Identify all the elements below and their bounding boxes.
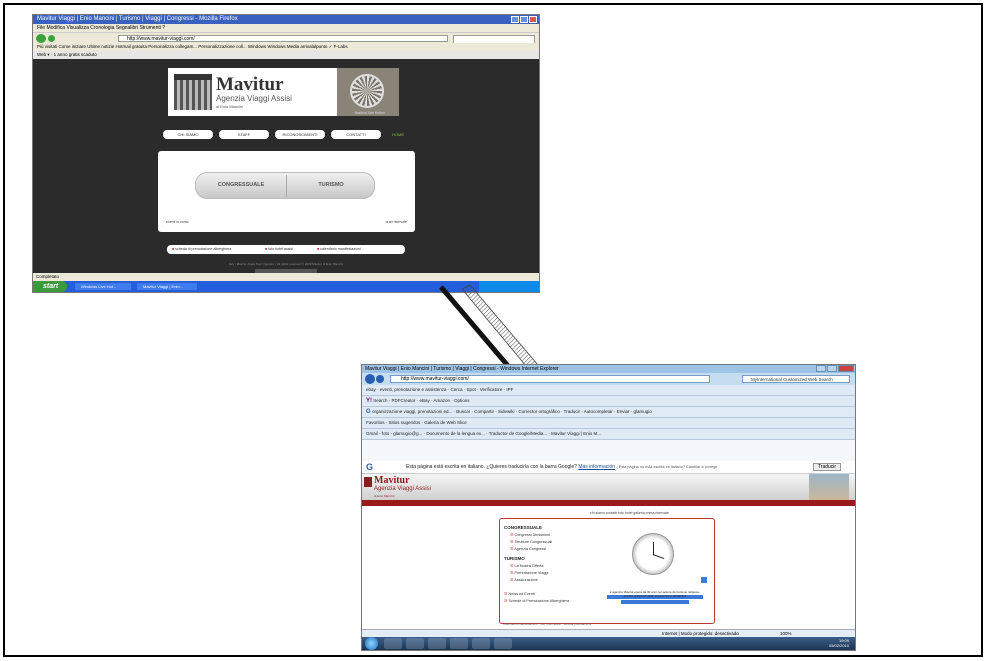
window-controls xyxy=(816,365,854,372)
zoom-level[interactable]: 100% xyxy=(780,631,792,636)
translate-options[interactable]: ¿Esta página no está escrita en italiano… xyxy=(616,465,717,469)
taskbar: 19:09 05/02/2010 xyxy=(362,637,855,650)
taskbar-word-icon[interactable] xyxy=(494,638,512,649)
back-button[interactable] xyxy=(365,374,375,384)
menu-item[interactable]: Assicurazione xyxy=(510,577,538,582)
close-icon[interactable] xyxy=(838,365,854,372)
translate-prompt: Esta página está escrita en italiano. ¿Q… xyxy=(406,461,718,473)
tray-date: 05/02/2010 xyxy=(828,643,849,648)
taskbar-media-icon[interactable] xyxy=(428,638,446,649)
header-divider xyxy=(362,500,855,506)
top-links[interactable]: chi siamo contatti foto hotel galleria p… xyxy=(590,511,669,515)
taskbar-ie-icon[interactable] xyxy=(384,638,402,649)
taskbar-app-icon[interactable] xyxy=(472,638,490,649)
selection-highlight xyxy=(621,600,689,604)
site-logo-icon xyxy=(364,477,372,487)
google-logo-icon: G xyxy=(366,462,374,472)
yahoo-toolbar[interactable]: Y! Search · PDFCreator · eBay · Amazon ·… xyxy=(362,396,855,407)
google-toolbar[interactable]: G organizzazione viaggi, prenotazioni ed… xyxy=(362,407,855,418)
bottom-links[interactable]: Calendario manifestazioni · foto hotel a… xyxy=(503,622,591,626)
command-bar xyxy=(362,440,855,462)
site-subtitle: Agenzia Viaggi Assisi xyxy=(374,486,431,492)
status-zone: Internet | Modo protegido: desactivado xyxy=(662,631,739,636)
menu-item[interactable]: Agenzia Congressi xyxy=(510,546,546,551)
menu-item[interactable]: Congressi Dimissioni xyxy=(510,532,549,537)
maximize-icon[interactable] xyxy=(827,365,837,372)
google-toolbar-items[interactable]: organizzazione viaggi, prenotazioni ed..… xyxy=(372,409,652,414)
favorites-bar[interactable]: Favoritos · Sitios sugeridos · Galería d… xyxy=(362,418,855,429)
ebay-toolbar[interactable]: ebay · eventi, prenotazione e assistenza… xyxy=(362,385,855,396)
clock-minute-hand xyxy=(652,554,665,560)
more-info-link[interactable]: Más información xyxy=(578,464,615,470)
site-owner: di Enio Mancini xyxy=(374,494,395,498)
selected-text-block: L'agenzia Mavitur opera da 30 anni nel s… xyxy=(607,590,703,608)
translate-button[interactable]: Traducir xyxy=(813,463,841,471)
address-bar[interactable]: http://www.mavitur-viaggi.com/ xyxy=(390,375,710,383)
menu-item[interactable]: La Nostra Offerta xyxy=(510,563,543,568)
menu-item[interactable]: Strutture Congressuali xyxy=(510,539,552,544)
section-congressuale: CONGRESSUALE xyxy=(504,525,543,530)
menu-item[interactable]: News ed Eventi xyxy=(504,591,534,596)
translate-message: Esta página está escrita en italiano. ¿Q… xyxy=(406,464,577,470)
mavitur-inner-page: Mavitur Agenzia Viaggi Assisi di Enio Ma… xyxy=(362,474,855,629)
clock-icon xyxy=(632,533,674,575)
taskbar-explorer-icon[interactable] xyxy=(406,638,424,649)
yahoo-toolbar-items[interactable]: Search · PDFCreator · eBay · Amazon · Op… xyxy=(373,398,469,403)
menu-item[interactable]: Schede di Prenotazione Alberghiera xyxy=(504,598,569,603)
translate-bar: G Esta página está escrita en italiano. … xyxy=(362,461,855,474)
address-row: http://www.mavitur-viaggi.com/ MyInterna… xyxy=(362,373,855,385)
forward-button[interactable] xyxy=(376,375,384,383)
selected-text: L'agenzia Mavitur opera da 30 anni nel s… xyxy=(610,590,700,598)
window-title: Mavitur Viaggi | Enio Mancini | Turismo … xyxy=(362,365,855,373)
site-brand: Mavitur xyxy=(374,475,410,486)
site-header: Mavitur Agenzia Viaggi Assisi di Enio Ma… xyxy=(362,474,855,500)
menu-item[interactable]: Prenotazione Viaggi xyxy=(510,570,548,575)
rose-window-caption: Basilica San Rufino xyxy=(354,111,385,115)
tower-image xyxy=(809,474,849,500)
clock-hour-hand xyxy=(653,542,654,555)
scroll-marker-icon xyxy=(700,576,708,584)
tray-clock: 19:09 05/02/2010 xyxy=(829,638,849,648)
tab-bar[interactable]: Gmail - foto - glamugio@g... · Documento… xyxy=(362,429,855,440)
search-input[interactable]: MyInternational Customized Web Search xyxy=(742,375,850,383)
minimize-icon[interactable] xyxy=(816,365,826,372)
menu-panel: CONGRESSUALE Congressi Dimissioni Strutt… xyxy=(499,518,715,624)
taskbar-firefox-icon[interactable] xyxy=(450,638,468,649)
yahoo-logo-icon: Y! xyxy=(366,398,372,404)
google-toolbar-logo-icon: G xyxy=(366,409,371,415)
start-orb-icon[interactable] xyxy=(365,637,378,650)
ie-screenshot: Mavitur Viaggi | Enio Mancini | Turismo … xyxy=(361,364,856,651)
section-turismo: TURISMO xyxy=(504,556,525,561)
